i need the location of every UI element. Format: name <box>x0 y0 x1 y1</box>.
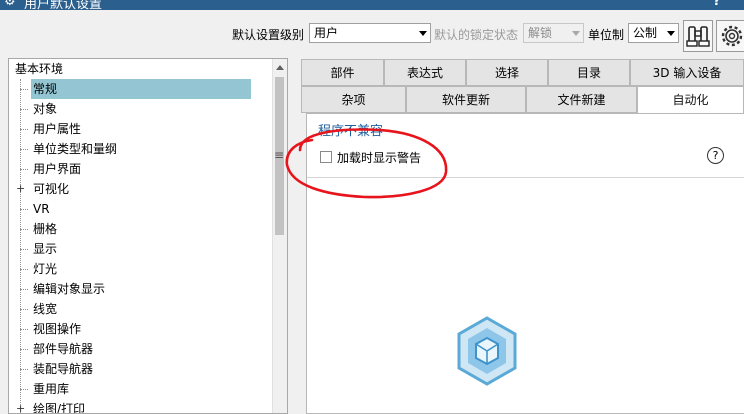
tree-item-label: 装配导航器 <box>33 362 94 376</box>
tree-item-label: 线宽 <box>33 302 58 316</box>
expand-icon[interactable]: + <box>16 182 25 196</box>
tree-item-label: 栅格 <box>33 222 58 236</box>
tab-item[interactable]: 自动化 <box>637 86 744 114</box>
show-warning-label[interactable]: 加载时显示警告 <box>337 149 421 166</box>
level-select-value: 用户 <box>314 26 339 40</box>
tree-connector <box>20 329 28 330</box>
tree-item-label: 显示 <box>33 242 58 256</box>
show-warning-checkbox[interactable] <box>320 151 332 163</box>
tree-connector <box>20 129 28 130</box>
tree-item-label: 编辑对象显示 <box>33 282 106 296</box>
tab-item[interactable]: 文件新建 <box>526 86 637 113</box>
tab-item[interactable]: 3D 输入设备 <box>630 59 744 86</box>
binoculars-icon <box>686 26 710 47</box>
tree-connector <box>20 229 28 230</box>
tree-connector <box>20 249 28 250</box>
tree-item-label: 常规 <box>31 79 251 99</box>
tree-connector <box>20 109 28 110</box>
tree-scrollbar[interactable] <box>272 59 287 413</box>
tab-item[interactable]: 表达式 <box>384 59 466 86</box>
tree-connector <box>20 349 28 350</box>
chevron-down-icon <box>667 31 675 36</box>
tree-item-label: 绘图/打印 <box>33 402 86 414</box>
lock-label: 默认的锁定状态 <box>434 28 519 42</box>
tree-item-label: 可视化 <box>33 182 70 196</box>
tree-connector <box>20 289 28 290</box>
scroll-up-icon[interactable] <box>276 65 284 70</box>
tree-root-label: 基本环境 <box>15 62 64 76</box>
unit-select[interactable]: 公制 <box>628 23 679 43</box>
level-select[interactable]: 用户 <box>309 23 431 43</box>
tree-connector <box>20 89 28 90</box>
tree-item-label: 用户界面 <box>33 162 82 176</box>
expand-icon[interactable]: + <box>16 402 25 413</box>
gear-icon: ⚙ <box>4 0 16 9</box>
lock-select: 解锁 <box>523 23 584 43</box>
tab-item[interactable]: 目录 <box>548 59 630 86</box>
find-button[interactable] <box>683 20 713 52</box>
splitter-handle-icon[interactable]: ≡ <box>274 148 284 162</box>
help-icon[interactable]: ? <box>713 0 721 9</box>
gear-icon <box>721 25 743 47</box>
tab-item[interactable]: 软件更新 <box>406 86 526 113</box>
unit-select-value: 公制 <box>633 26 658 40</box>
chevron-down-icon <box>419 31 427 36</box>
section-divider <box>307 177 744 178</box>
tree-item-label: 视图操作 <box>33 322 82 336</box>
level-label: 默认设置级别 <box>232 28 305 42</box>
unit-label: 单位制 <box>588 28 625 42</box>
tab-item[interactable]: 选择 <box>466 59 548 86</box>
settings-tree: 基本环境 常规对象用户属性单位类型和量纲 用户界面 + 可视化 VR 栅格显示灯光编辑对象… <box>8 58 288 414</box>
tree-connector <box>20 389 28 390</box>
title-bar: ⚙ 用户默认设置 ? <box>0 0 744 10</box>
tab-item[interactable]: 部件 <box>301 59 384 86</box>
window-title: 用户默认设置 <box>24 0 103 10</box>
app-logo-icon <box>457 316 517 386</box>
tree-connector <box>20 169 28 170</box>
tree-item-label: 灯光 <box>33 262 58 276</box>
tree-item-label: 部件导航器 <box>33 342 94 356</box>
tree-connector <box>20 149 28 150</box>
settings-button[interactable] <box>716 20 744 52</box>
tree-item-label: 用户属性 <box>33 122 82 136</box>
tree-item-label: 单位类型和量纲 <box>33 142 118 156</box>
section-title: 程序不兼容 <box>318 124 384 139</box>
tree-item-label: 对象 <box>33 102 58 116</box>
lock-select-value: 解锁 <box>528 26 553 40</box>
tree-item-label: VR <box>33 202 50 216</box>
chevron-down-icon <box>572 31 580 36</box>
tree-connector <box>20 369 28 370</box>
tree-connector <box>20 209 28 210</box>
tree-connector <box>20 309 28 310</box>
help-icon[interactable]: ? <box>707 147 724 164</box>
tree-item-label: 重用库 <box>33 382 70 396</box>
tree-connector <box>20 269 28 270</box>
tab-item[interactable]: 杂项 <box>301 86 406 113</box>
